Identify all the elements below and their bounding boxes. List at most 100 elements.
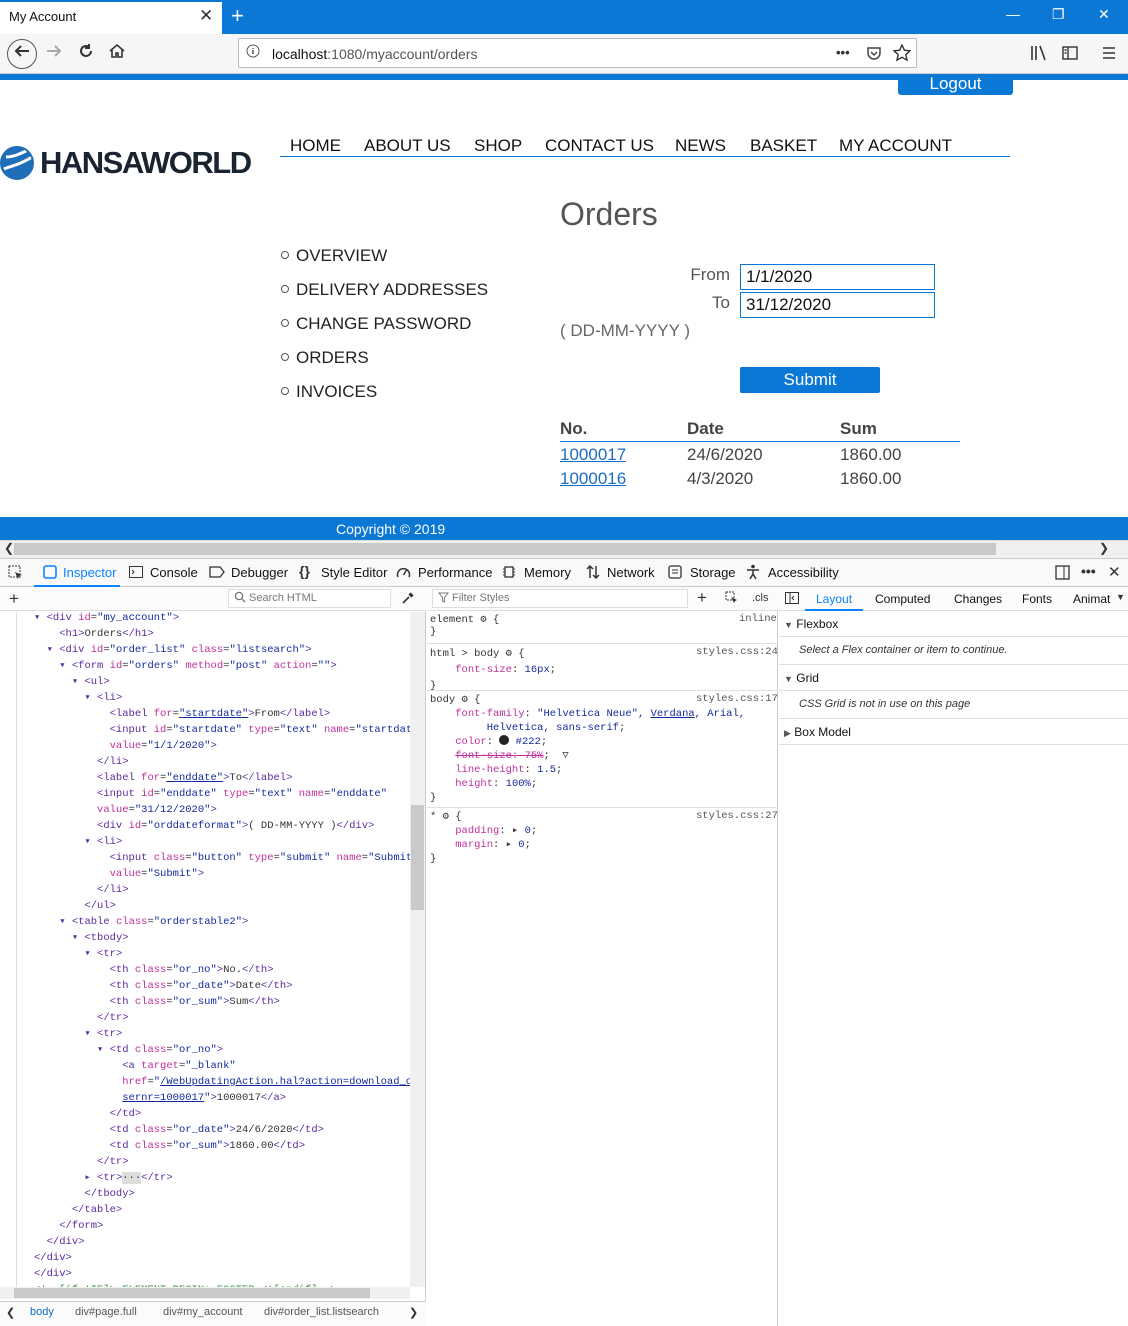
url-text[interactable]: localhost:1080/myaccount/orders — [272, 46, 477, 62]
tabs-overflow-icon[interactable]: ▼ — [1116, 592, 1125, 602]
account-menu-orders[interactable]: ORDERS — [281, 348, 369, 368]
eyedropper-icon[interactable] — [401, 591, 415, 608]
end-date-input[interactable]: 31/12/2020 — [740, 292, 935, 318]
bookmark-star-icon[interactable] — [892, 43, 912, 65]
menu-item-basket[interactable]: BASKET — [750, 136, 817, 156]
menu-item-home[interactable]: HOME — [290, 136, 341, 156]
menu-item-my-account[interactable]: MY ACCOUNT — [839, 136, 952, 156]
scroll-right-icon[interactable]: ❯ — [1099, 541, 1109, 555]
minimize-icon[interactable]: — — [1006, 6, 1020, 22]
tab-computed[interactable]: Computed — [875, 592, 930, 606]
tab-fonts[interactable]: Fonts — [1022, 592, 1052, 606]
page-actions-icon[interactable]: ••• — [836, 45, 850, 60]
page-title: Orders — [560, 196, 658, 232]
order-date: 4/3/2020 — [687, 469, 754, 488]
table-header-rule — [560, 441, 960, 442]
order-sum: 1860.00 — [840, 445, 902, 464]
rule-universal-source[interactable]: styles.css:27 — [696, 810, 778, 822]
header-no: No. — [560, 419, 588, 438]
breadcrumb-body[interactable]: body — [30, 1306, 54, 1318]
header-sum: Sum — [840, 419, 877, 438]
order-no-link[interactable]: 1000016 — [560, 469, 626, 489]
breadcrumb-page[interactable]: div#page.full — [75, 1306, 137, 1318]
menu-item-contact[interactable]: CONTACT US — [545, 136, 654, 156]
close-devtools-icon[interactable]: ✕ — [1108, 563, 1121, 581]
grid-section-header[interactable]: ▼ Grid — [784, 671, 819, 685]
network-icon — [585, 564, 601, 583]
home-button[interactable] — [104, 41, 130, 67]
tab-animations[interactable]: Animat — [1073, 592, 1110, 606]
order-link[interactable]: 1000016 — [560, 469, 626, 488]
tab-inspector[interactable]: Inspector — [63, 565, 116, 580]
library-icon[interactable] — [1030, 45, 1048, 64]
rule-html-body[interactable]: html > body ⚙ { font-size: 16px; } — [430, 646, 556, 694]
rule-element-selector: element ⚙ { } — [430, 614, 500, 638]
tab-console[interactable]: Console — [150, 565, 198, 580]
breadcrumb-order-list[interactable]: div#order_list.listsearch — [264, 1306, 379, 1318]
box-model-section-header[interactable]: ▶ Box Model — [784, 725, 851, 739]
tab-storage[interactable]: Storage — [690, 565, 736, 580]
menu-item-shop[interactable]: SHOP — [474, 136, 522, 156]
new-tab-icon[interactable]: + — [231, 3, 244, 29]
add-node-icon[interactable]: + — [9, 589, 19, 609]
rule-html-source[interactable]: styles.css:24 — [696, 646, 778, 658]
html-hscroll-thumb[interactable] — [14, 1288, 370, 1298]
flexbox-section-header[interactable]: ▼ Flexbox — [784, 617, 838, 631]
tree-guide-line — [16, 612, 17, 1287]
scrollbar-thumb[interactable] — [14, 543, 996, 555]
toggle-sidebar-icon[interactable] — [785, 592, 799, 607]
scroll-left-icon[interactable]: ❮ — [4, 541, 14, 555]
breadcrumb-prev-icon[interactable]: ❮ — [6, 1306, 15, 1319]
back-button[interactable] — [7, 39, 37, 69]
logout-button[interactable]: Logout — [898, 74, 1013, 95]
grid-title: Grid — [796, 671, 819, 685]
tab-performance[interactable]: Performance — [418, 565, 492, 580]
account-menu-change-password[interactable]: CHANGE PASSWORD — [281, 314, 471, 334]
order-link[interactable]: 1000017 — [560, 445, 626, 464]
element-picker-icon[interactable] — [8, 565, 24, 584]
reload-button[interactable] — [73, 41, 99, 67]
restore-icon[interactable]: ❐ — [1052, 6, 1065, 23]
section-divider — [779, 690, 1128, 691]
pseudo-class-icon[interactable] — [725, 591, 739, 608]
html-vertical-scrollbar[interactable] — [410, 612, 425, 1287]
sidebar-icon[interactable] — [1062, 45, 1078, 64]
tab-accessibility[interactable]: Accessibility — [768, 565, 839, 580]
grid-message: CSS Grid is not in use on this page — [799, 698, 971, 710]
html-scrollbar-thumb[interactable] — [411, 805, 424, 910]
html-tree[interactable]: ▾ <div id="my_account"> <h1>Orders</h1> … — [34, 610, 425, 1298]
arrow-right-icon — [47, 45, 62, 57]
tab-changes[interactable]: Changes — [954, 592, 1002, 606]
more-options-icon[interactable]: ••• — [1081, 563, 1096, 579]
cls-toggle[interactable]: .cls — [752, 592, 769, 604]
tab-network[interactable]: Network — [607, 565, 655, 580]
info-icon[interactable] — [246, 44, 260, 61]
arrow-left-icon — [14, 45, 29, 57]
tab-layout[interactable]: Layout — [816, 592, 852, 606]
start-date-input[interactable]: 1/1/2020 — [740, 264, 935, 290]
tab-debugger[interactable]: Debugger — [231, 565, 288, 580]
pocket-icon[interactable] — [866, 45, 882, 64]
menu-item-news[interactable]: NEWS — [675, 136, 726, 156]
tab-style-editor[interactable]: Style Editor — [321, 565, 387, 580]
account-menu-delivery-addresses[interactable]: DELIVERY ADDRESSES — [281, 280, 488, 300]
menu-item-about[interactable]: ABOUT US — [364, 136, 451, 156]
add-rule-icon[interactable]: + — [697, 588, 707, 608]
breadcrumb-next-icon[interactable]: ❯ — [409, 1306, 418, 1319]
hamburger-menu-icon[interactable] — [1101, 45, 1117, 64]
account-menu-invoices[interactable]: INVOICES — [281, 382, 377, 402]
rule-universal[interactable]: * ⚙ { padding: ▸ 0; margin: ▸ 0; } — [430, 810, 537, 866]
close-tab-icon[interactable]: ✕ — [199, 6, 213, 26]
account-menu-overview[interactable]: OVERVIEW — [281, 246, 387, 266]
tab-memory[interactable]: Memory — [524, 565, 571, 580]
close-window-icon[interactable]: ✕ — [1098, 6, 1110, 23]
rule-body[interactable]: body ⚙ { font-family: "Helvetica Neue", … — [430, 693, 745, 805]
rule-body-source[interactable]: styles.css:17 — [696, 693, 778, 705]
forward-button[interactable] — [41, 41, 67, 67]
breadcrumb-my-account[interactable]: div#my_account — [163, 1306, 243, 1318]
logo-icon[interactable] — [0, 143, 38, 186]
logo-text[interactable]: HANSAWORLD — [40, 145, 252, 181]
submit-button[interactable]: Submit — [740, 367, 880, 393]
order-no-link[interactable]: 1000017 — [560, 445, 626, 465]
dock-icon[interactable] — [1055, 565, 1070, 583]
